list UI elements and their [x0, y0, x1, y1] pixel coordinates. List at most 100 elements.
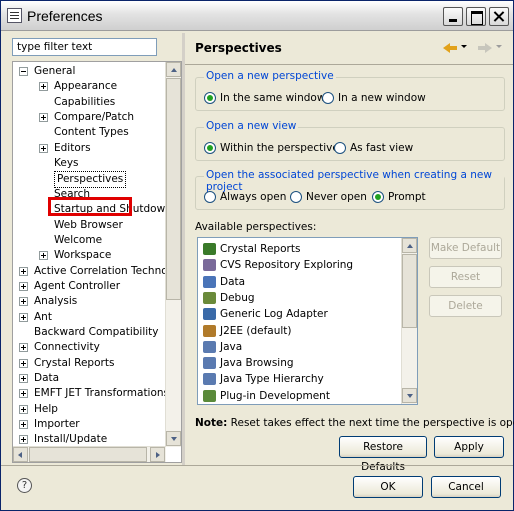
java-hierarchy-icon [203, 373, 216, 386]
page-title: Perspectives [195, 41, 282, 55]
radio-label: Always open [220, 191, 287, 203]
tree-item-label: EMFT JET Transformations [34, 387, 166, 400]
scroll-down-arrow-icon [171, 437, 177, 444]
perspective-item-label: Data [220, 275, 246, 288]
filter-input[interactable]: type filter text [12, 38, 157, 56]
reset-note: Note: Reset takes effect the next time t… [195, 417, 514, 429]
expand-icon[interactable] [19, 404, 28, 414]
perspective-item-label: Generic Log Adapter [220, 308, 328, 321]
scroll-up-arrow-icon [171, 65, 177, 72]
expand-icon[interactable] [19, 374, 28, 383]
scroll-right-button[interactable] [150, 447, 165, 462]
apply-button[interactable]: Apply [434, 436, 504, 458]
expand-icon[interactable] [19, 343, 28, 353]
delete-button[interactable]: Delete [429, 295, 502, 317]
java-browsing-icon [203, 357, 216, 370]
radio-label: Within the perspective [220, 142, 339, 154]
expand-icon[interactable] [39, 143, 48, 153]
expand-icon[interactable] [39, 113, 48, 123]
tree-item-label: Appearance [54, 80, 118, 93]
expand-icon[interactable] [19, 420, 28, 430]
close-button[interactable] [489, 7, 509, 26]
expand-icon[interactable] [19, 281, 28, 291]
data-icon [203, 275, 216, 288]
right-pane: Perspectives Open a new perspective In t… [185, 33, 514, 473]
perspectives-list[interactable]: Crystal Reports CVS Repository Exploring D… [197, 237, 418, 405]
list-scroll-thumb[interactable] [402, 254, 417, 328]
tree-item-label: Content Types [54, 126, 129, 139]
back-arrow-icon[interactable] [443, 41, 457, 54]
perspective-item-label: Debug [220, 291, 255, 304]
cvs-icon [203, 259, 216, 272]
scroll-down-button[interactable] [166, 431, 181, 446]
forward-dropdown-icon [496, 45, 502, 48]
tree-item-label: Compare/Patch [54, 111, 135, 124]
tree-item-label: Data [34, 372, 60, 384]
tree-item-label: Importer [34, 418, 80, 431]
log-adapter-icon [203, 308, 216, 321]
tree-scroll-thumb[interactable] [166, 78, 181, 300]
tree-horizontal-scrollbar[interactable] [13, 446, 166, 462]
note-label: Note: [195, 417, 228, 429]
preferences-window-icon [7, 8, 22, 23]
j2ee-icon [203, 324, 216, 337]
title-bar[interactable]: Preferences [1, 1, 513, 31]
forward-arrow-icon [478, 41, 492, 54]
tree-item-label: Ant [34, 310, 52, 323]
scroll-up-arrow-icon [407, 241, 413, 248]
scroll-left-button[interactable] [13, 447, 28, 462]
list-scroll-up-button[interactable] [402, 238, 417, 253]
cancel-button[interactable]: Cancel [431, 476, 501, 498]
tree-item-label: Keys [54, 157, 79, 170]
radio-indicator [204, 142, 216, 154]
radio-indicator [204, 92, 216, 104]
expand-icon[interactable] [19, 266, 28, 276]
perspective-item-label: Java [220, 340, 243, 353]
scroll-up-button[interactable] [166, 62, 181, 77]
scroll-down-arrow-icon [407, 394, 413, 401]
collapse-icon[interactable] [19, 67, 28, 76]
make-default-button[interactable]: Make Default [429, 237, 502, 259]
restore-defaults-button[interactable]: Restore Defaults [339, 436, 427, 473]
title-separator [185, 64, 513, 65]
radio-label: In a new window [338, 92, 426, 104]
reset-button[interactable]: Reset [429, 266, 502, 288]
expand-icon[interactable] [19, 297, 28, 307]
selection-highlight-box [48, 197, 132, 216]
expand-icon[interactable] [19, 312, 28, 322]
tree-viewport: General Appearance Capabilities Compare/Pat… [13, 62, 166, 447]
radio-indicator [204, 191, 216, 203]
list-scroll-down-button[interactable] [402, 388, 417, 403]
open-view-group-title: Open a new view [204, 120, 299, 132]
radio-indicator [334, 142, 346, 154]
tree-item-label: Capabilities [54, 95, 116, 108]
perspective-item-label: Java Browsing [220, 357, 294, 370]
back-dropdown-icon[interactable] [461, 45, 467, 48]
tree-item-label: Agent Controller [34, 279, 121, 292]
expand-icon[interactable] [39, 82, 48, 92]
help-icon[interactable]: ? [17, 478, 32, 493]
radio-label: In the same window [220, 92, 326, 104]
plugin-icon [203, 389, 216, 402]
tree-item-label: Active Correlation Technology [34, 264, 166, 277]
tree-item-label: Web Browser [54, 218, 123, 231]
tree-vertical-scrollbar[interactable] [165, 62, 181, 447]
left-pane: type filter text General Appearance Capabi… [7, 33, 182, 465]
expand-icon[interactable] [19, 435, 28, 445]
tree-hscroll-thumb[interactable] [29, 447, 147, 462]
radio-indicator [372, 191, 384, 203]
expand-icon[interactable] [19, 389, 28, 399]
expand-icon[interactable] [39, 251, 48, 261]
list-vertical-scrollbar[interactable] [401, 238, 417, 404]
footer-separator [1, 465, 513, 466]
crystal-reports-icon [203, 243, 216, 255]
minimize-button[interactable] [443, 7, 463, 26]
preference-tree: General Appearance Capabilities Compare/Pat… [12, 61, 182, 463]
ok-button[interactable]: OK [353, 476, 423, 498]
window-title: Preferences [27, 8, 103, 24]
open-perspective-group-title: Open a new perspective [204, 70, 336, 82]
radio-label: As fast view [350, 142, 414, 154]
open-view-group: Open a new view Within the perspective A… [195, 120, 505, 161]
expand-icon[interactable] [19, 358, 28, 368]
maximize-button[interactable] [466, 7, 486, 26]
